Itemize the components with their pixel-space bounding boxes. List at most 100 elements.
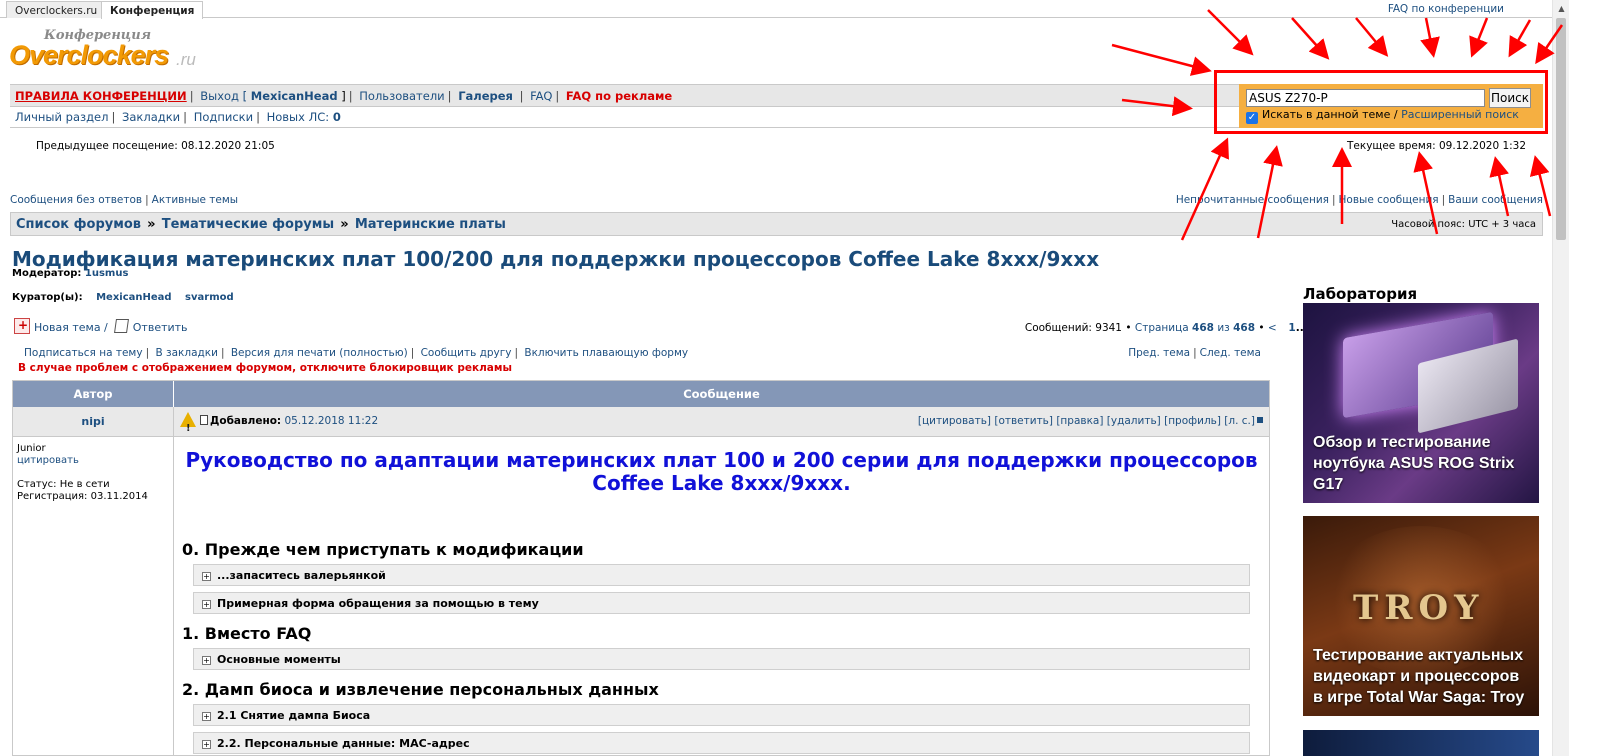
promo-card-partial[interactable]: [1303, 730, 1539, 756]
promo-caption: Тестирование актуальных видеокарт и проц…: [1313, 647, 1525, 706]
curator-link[interactable]: svarmod: [185, 292, 234, 303]
faq-link[interactable]: FAQ: [530, 89, 552, 103]
subscribe-link[interactable]: Подписаться на тему: [24, 347, 143, 359]
expand-icon[interactable]: +: [202, 712, 211, 721]
message-column-header: Сообщение: [683, 387, 760, 401]
prev-page-link[interactable]: <: [1268, 322, 1277, 334]
post-body: Junior цитировать Статус: Не в сети Реги…: [13, 437, 1269, 755]
warning-icon[interactable]: [180, 412, 196, 443]
annotation-arrow: [1420, 17, 1440, 58]
prev-topic-link[interactable]: Пред. тема: [1128, 347, 1190, 359]
moderator-label: Модератор:: [12, 268, 82, 279]
print-version-link[interactable]: Версия для печати (полностью): [231, 347, 408, 359]
expand-icon[interactable]: +: [202, 572, 211, 581]
topic-title[interactable]: Модификация материнских плат 100/200 для…: [12, 247, 1099, 271]
subscriptions-link[interactable]: Подписки: [194, 110, 253, 124]
message-content: Руководство по адаптации материнских пла…: [174, 437, 1269, 755]
select-post-checkbox[interactable]: [1257, 417, 1263, 423]
next-topic-link[interactable]: След. тема: [1200, 347, 1261, 359]
breadcrumb-thematic[interactable]: Тематические форумы: [162, 217, 334, 232]
troy-logo-art: TROY: [1353, 588, 1485, 628]
annotation-arrow: [1529, 155, 1552, 217]
tell-friend-link[interactable]: Сообщить другу: [421, 347, 512, 359]
promo-card-troy[interactable]: TROY Тестирование актуальных видеокарт и…: [1303, 516, 1539, 716]
faq-conference-link[interactable]: FAQ по конференции: [1388, 3, 1504, 15]
breadcrumb-forum-list[interactable]: Список форумов: [16, 217, 141, 232]
author-info: Junior цитировать Статус: Не в сети Реги…: [13, 437, 174, 755]
quote-button[interactable]: [цитировать]: [918, 415, 991, 427]
floating-form-link[interactable]: Включить плавающую форму: [524, 347, 688, 359]
your-messages-link[interactable]: Ваши сообщения: [1448, 194, 1543, 206]
message-count: Сообщений: 9341 •: [1024, 322, 1132, 334]
breadcrumb-motherboards[interactable]: Материнские платы: [355, 217, 506, 232]
rules-link[interactable]: ПРАВИЛА КОНФЕРЕНЦИИ: [15, 89, 187, 103]
expand-icon[interactable]: +: [202, 600, 211, 609]
scroll-thumb[interactable]: [1556, 18, 1566, 240]
message-links-right: Непрочитанные сообщения | Новые сообщения |…: [1175, 194, 1543, 206]
author-quote-link[interactable]: цитировать: [17, 455, 169, 467]
reply-link[interactable]: Ответить: [133, 321, 188, 334]
spoiler[interactable]: + Примерная форма обращения за помощью в …: [193, 592, 1250, 614]
reply-icon[interactable]: [113, 319, 129, 333]
logo-wordmark: Overclockers: [9, 40, 169, 70]
active-topics-link[interactable]: Активные темы: [152, 194, 238, 206]
curator-link[interactable]: MexicanHead: [96, 292, 171, 303]
page-link[interactable]: 1: [1288, 322, 1295, 334]
spoiler[interactable]: +2.1 Снятие дампа Биоса: [193, 704, 1250, 726]
logout-link[interactable]: Выход [: [200, 89, 247, 103]
unread-link[interactable]: Непрочитанные сообщения: [1176, 194, 1329, 206]
profile-button[interactable]: [профиль]: [1164, 415, 1221, 427]
logout-bracket: ]: [341, 89, 346, 103]
new-topic-icon[interactable]: [14, 318, 30, 334]
gallery-link[interactable]: Галерея: [458, 89, 513, 103]
spoiler[interactable]: + ...запаситесь валерьянкой: [193, 564, 1250, 586]
moderator-link[interactable]: 1usmus: [85, 268, 129, 279]
curators-label: Куратор(ы):: [12, 292, 83, 303]
new-messages-link[interactable]: Новые сообщения: [1339, 194, 1439, 206]
scroll-up-icon[interactable]: ▲: [1553, 0, 1570, 17]
reply-button[interactable]: [ответить]: [994, 415, 1053, 427]
promo-caption: Обзор и тестирование ноутбука ASUS ROG S…: [1313, 434, 1515, 493]
author-column-header: Автор: [13, 381, 174, 407]
new-topic-link[interactable]: Новая тема /: [34, 321, 108, 334]
breadcrumb-separator: »: [340, 217, 349, 232]
post-date-link[interactable]: 05.12.2018 11:22: [284, 415, 378, 427]
annotation-arrow: [1469, 17, 1489, 58]
add-bookmark-link[interactable]: В закладки: [155, 347, 217, 359]
spoiler[interactable]: + Основные моменты: [193, 648, 1250, 670]
personal-section-link[interactable]: Личный раздел: [15, 110, 108, 124]
post-author-name[interactable]: nipi: [13, 407, 174, 436]
author-registration: Регистрация: 03.11.2014: [17, 491, 148, 502]
users-link[interactable]: Пользователи: [359, 89, 444, 103]
edit-button[interactable]: [правка]: [1056, 415, 1103, 427]
logo-domain: .ru: [176, 50, 196, 69]
tab-overclockers[interactable]: Overclockers.ru: [6, 1, 107, 18]
annotation-arrow: [1291, 17, 1330, 60]
tab-conference[interactable]: Конференция: [101, 1, 204, 19]
expand-icon[interactable]: +: [202, 656, 211, 665]
post-tools: [цитировать] [ответить] [правка] [удалит…: [918, 407, 1263, 436]
page-bullet: •: [1258, 322, 1265, 334]
author-status: Статус: Не в сети: [17, 479, 110, 490]
spoiler[interactable]: +2.2. Персональные данные: MAC-адрес: [193, 732, 1250, 754]
site-logo[interactable]: Конференция Overclockers .ru: [9, 27, 199, 73]
previous-visit: Предыдущее посещение: 08.12.2020 21:05: [36, 140, 275, 152]
highlight-frame: [1214, 70, 1548, 134]
ad-faq-link[interactable]: FAQ по рекламе: [566, 89, 672, 103]
page-current-number: 468: [1192, 322, 1214, 334]
promo-card-laptop[interactable]: Обзор и тестирование ноутбука ASUS ROG S…: [1303, 303, 1539, 503]
delete-button[interactable]: [удалить]: [1107, 415, 1161, 427]
new-pm-count[interactable]: 0: [333, 110, 341, 124]
spoiler-title: 2.2. Персональные данные: MAC-адрес: [217, 737, 470, 750]
breadcrumb: Список форумов » Тематические форумы » М…: [10, 212, 1543, 236]
bookmarks-link[interactable]: Закладки: [122, 110, 180, 124]
page-scrollbar[interactable]: ▲: [1552, 0, 1569, 756]
expand-icon[interactable]: +: [202, 740, 211, 749]
new-pm-link[interactable]: Новых ЛС:: [267, 110, 330, 124]
username-link[interactable]: MexicanHead: [251, 89, 338, 103]
unanswered-link[interactable]: Сообщения без ответов: [10, 194, 142, 206]
page-of: из: [1217, 322, 1230, 334]
page-label: Страница: [1134, 322, 1189, 334]
lab-title: Лаборатория: [1303, 285, 1418, 303]
pm-button[interactable]: [л. с.]: [1224, 415, 1255, 427]
